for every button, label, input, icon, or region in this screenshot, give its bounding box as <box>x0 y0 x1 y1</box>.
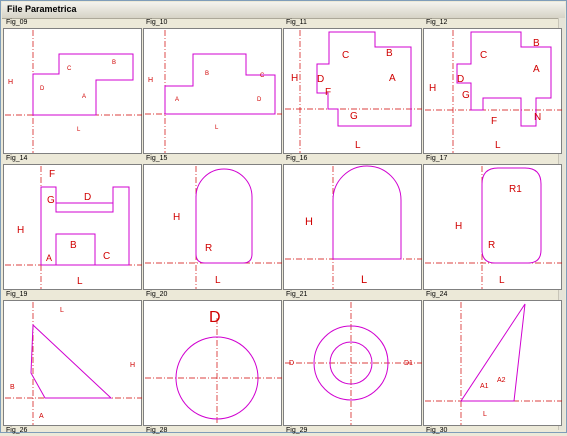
dim-label: F <box>491 116 497 127</box>
window-title: File Parametrica <box>7 4 77 14</box>
figure-cell-fig-12[interactable]: Fig_12 H C B A D G F N L <box>423 18 563 154</box>
dim-label: H <box>429 83 436 94</box>
fig-10-drawing: H B C A D L <box>145 30 282 153</box>
fig-21-drawing: D D1 <box>285 302 422 425</box>
dim-label: A <box>389 73 396 84</box>
fig-20-drawing: D <box>145 309 282 425</box>
dim-label: A2 <box>497 377 506 384</box>
fig-11-drawing: H C B D A F G L <box>285 30 422 153</box>
dim-label: A <box>175 97 179 103</box>
figure-cell-fig-15[interactable]: Fig_15 H R L <box>143 154 283 290</box>
fig-15-drawing: H R L <box>145 166 282 289</box>
dim-label: D <box>40 86 45 92</box>
dim-label: D <box>289 360 294 367</box>
title-bar: File Parametrica <box>2 2 565 19</box>
figure-label: Fig_28 <box>146 427 168 434</box>
figure-label: Fig_30 <box>426 427 448 434</box>
dim-label: L <box>77 276 83 287</box>
figure-label: Fig_26 <box>6 427 28 434</box>
figure-label: Fig_29 <box>286 427 308 434</box>
fig-09-drawing: H C B D A L <box>5 30 142 153</box>
dim-label: A <box>533 64 540 75</box>
dim-label: L <box>483 411 487 418</box>
dim-label: C <box>342 50 349 61</box>
fig-12-drawing: H C B A D G F N L <box>425 30 562 153</box>
dim-label: L <box>77 127 81 133</box>
dim-label: R <box>488 240 495 251</box>
dim-label: L <box>495 140 501 151</box>
dim-label: C <box>260 73 265 79</box>
dim-label: H <box>8 79 13 86</box>
dim-label: B <box>112 60 116 66</box>
figure-cell-fig-20[interactable]: Fig_20 D Fig_28 <box>143 290 283 434</box>
dim-label: L <box>355 140 361 151</box>
dim-label: D <box>257 97 262 103</box>
dim-label: L <box>361 274 367 286</box>
dim-label: L <box>60 307 64 314</box>
dim-label: C <box>103 251 110 262</box>
dim-label: B <box>70 240 77 251</box>
dim-label: C <box>480 50 487 61</box>
figure-cell-fig-21[interactable]: Fig_21 D D1 Fig_29 <box>283 290 423 434</box>
dim-label: L <box>499 275 505 286</box>
dim-label: L <box>215 125 219 131</box>
dim-label: D <box>209 309 221 326</box>
dim-label: H <box>173 212 180 223</box>
figure-cell-fig-10[interactable]: Fig_10 H B C A D L <box>143 18 283 154</box>
dim-label: C <box>67 66 72 72</box>
figure-cell-fig-17[interactable]: Fig_17 R1 H R L <box>423 154 563 290</box>
dim-label: H <box>455 221 462 232</box>
figure-cell-fig-14[interactable]: Fig_14 F G D H B A C L <box>3 154 143 290</box>
dim-label: H <box>148 77 153 84</box>
dim-label: B <box>205 71 209 77</box>
figure-cell-fig-16[interactable]: Fig_16 H L <box>283 154 423 290</box>
dim-label: A <box>39 413 44 420</box>
dim-label: G <box>47 195 55 206</box>
dim-label: G <box>350 111 358 122</box>
dim-label: B <box>533 38 540 49</box>
dim-label: A1 <box>480 383 489 390</box>
dim-label: B <box>10 384 15 391</box>
dim-label: H <box>305 216 313 228</box>
dim-label: D <box>457 74 464 85</box>
figure-cell-fig-24[interactable]: Fig_24 A1 A2 L Fig_30 <box>423 290 563 434</box>
dim-label: L <box>215 275 221 286</box>
fig-14-drawing: F G D H B A C L <box>5 166 142 289</box>
fig-16-drawing: H L <box>285 165 422 289</box>
dim-label: R1 <box>509 184 522 195</box>
dim-label: D <box>84 192 91 203</box>
fig-24-drawing: A1 A2 L <box>425 302 562 425</box>
dim-label: D <box>317 74 324 85</box>
dim-label: H <box>17 225 24 236</box>
dim-label: A <box>82 94 86 100</box>
dim-label: N <box>534 112 541 123</box>
dim-label: H <box>130 362 135 369</box>
dim-label: G <box>462 90 470 101</box>
fig-17-drawing: R1 H R L <box>425 166 562 289</box>
figure-cell-fig-19[interactable]: Fig_19 L H B A Fig_26 <box>3 290 143 434</box>
parametric-file-window: File Parametrica Fig_09 H C B D A L Fig_… <box>0 0 567 434</box>
dim-label: R <box>205 243 212 254</box>
dim-label: H <box>291 73 298 84</box>
dim-label: D1 <box>404 360 413 367</box>
dim-label: F <box>325 87 331 98</box>
dim-label: A <box>46 253 52 263</box>
figure-cell-fig-11[interactable]: Fig_11 H C B D A F G L <box>283 18 423 154</box>
figure-cell-fig-09[interactable]: Fig_09 H C B D A L <box>3 18 143 154</box>
dim-label: B <box>386 48 393 59</box>
fig-19-drawing: L H B A <box>5 302 142 425</box>
dim-label: F <box>49 169 55 180</box>
